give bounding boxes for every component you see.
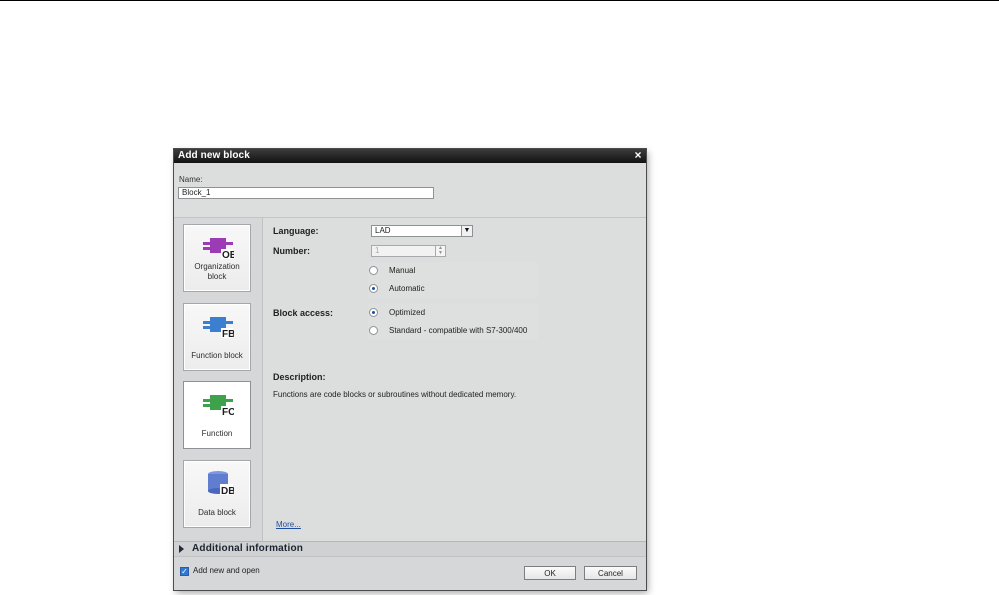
top-rule bbox=[0, 0, 999, 1]
block-access-label: Block access: bbox=[273, 308, 334, 318]
additional-information-section[interactable]: Additional information bbox=[174, 541, 646, 556]
standard-option[interactable]: Standard - compatible with S7-300/400 bbox=[368, 322, 538, 340]
organization-block-code: OB bbox=[222, 250, 234, 261]
function-label: Function bbox=[201, 429, 233, 438]
language-label: Language: bbox=[273, 226, 319, 236]
language-select[interactable]: LAD ▼ bbox=[371, 225, 473, 237]
organization-block-label: Organization block bbox=[194, 262, 240, 281]
language-value: LAD bbox=[375, 226, 391, 235]
block-type-list: OB Organization block FB Function block bbox=[174, 218, 263, 541]
add-new-and-open-checkbox[interactable]: ✓ bbox=[180, 567, 189, 576]
chevron-down-icon[interactable]: ▼ bbox=[461, 226, 472, 236]
dialog-titlebar[interactable]: Add new block × bbox=[174, 149, 646, 163]
function-button[interactable]: FC Function bbox=[183, 381, 251, 449]
data-block-icon: DB bbox=[208, 471, 234, 497]
block-access-group: Optimized Standard - compatible with S7-… bbox=[368, 304, 538, 340]
cancel-button[interactable]: Cancel bbox=[584, 566, 637, 580]
manual-number-option[interactable]: Manual bbox=[368, 262, 538, 280]
function-block-label: Function block bbox=[191, 351, 243, 360]
dialog-footer: ✓ Add new and open OK Cancel bbox=[174, 556, 646, 590]
ok-button[interactable]: OK bbox=[524, 566, 576, 580]
manual-radio[interactable] bbox=[369, 266, 378, 275]
close-button[interactable]: × bbox=[632, 149, 644, 162]
automatic-number-option[interactable]: Automatic bbox=[368, 280, 538, 298]
number-mode-group: Manual Automatic bbox=[368, 262, 538, 298]
number-input: 1 ▲ ▼ bbox=[371, 245, 446, 257]
function-block-icon: FB bbox=[203, 317, 234, 340]
data-block-label: Data block bbox=[198, 508, 236, 517]
standard-radio[interactable] bbox=[369, 326, 378, 335]
page: Add new block × Name: OB Organization bl… bbox=[0, 0, 999, 595]
number-value: 1 bbox=[375, 246, 380, 255]
add-new-and-open-label[interactable]: Add new and open bbox=[193, 566, 260, 575]
optimized-option[interactable]: Optimized bbox=[368, 304, 538, 322]
optimized-label: Optimized bbox=[389, 308, 426, 317]
arrow-right-icon[interactable] bbox=[179, 545, 184, 553]
function-block-button[interactable]: FB Function block bbox=[183, 303, 251, 371]
organization-block-icon: OB bbox=[203, 238, 234, 261]
dialog-title: Add new block bbox=[178, 150, 250, 161]
function-icon: FC bbox=[203, 395, 234, 418]
organization-block-button[interactable]: OB Organization block bbox=[183, 224, 251, 292]
standard-label: Standard - compatible with S7-300/400 bbox=[389, 326, 528, 335]
data-block-code: DB bbox=[221, 486, 234, 497]
number-label: Number: bbox=[273, 246, 311, 256]
add-new-block-dialog: Add new block × Name: OB Organization bl… bbox=[174, 149, 646, 590]
description-text: Functions are code blocks or subroutines… bbox=[273, 390, 517, 399]
data-block-button[interactable]: DB Data block bbox=[183, 460, 251, 528]
manual-label: Manual bbox=[389, 266, 416, 275]
automatic-radio[interactable] bbox=[369, 284, 378, 293]
block-settings-panel: Language: LAD ▼ Number: 1 ▲ ▼ Manual Auto… bbox=[263, 218, 646, 541]
more-link[interactable]: More... bbox=[276, 520, 301, 529]
name-area: Name: bbox=[174, 163, 646, 218]
optimized-radio[interactable] bbox=[369, 308, 378, 317]
function-code: FC bbox=[222, 407, 234, 418]
number-spinner: ▲ ▼ bbox=[435, 245, 446, 257]
function-block-code: FB bbox=[222, 329, 234, 340]
close-icon: × bbox=[634, 149, 642, 162]
description-title: Description: bbox=[273, 372, 326, 382]
additional-information-label: Additional information bbox=[192, 543, 304, 554]
block-name-input[interactable] bbox=[178, 187, 434, 199]
automatic-label: Automatic bbox=[389, 284, 425, 293]
name-label: Name: bbox=[179, 175, 203, 184]
